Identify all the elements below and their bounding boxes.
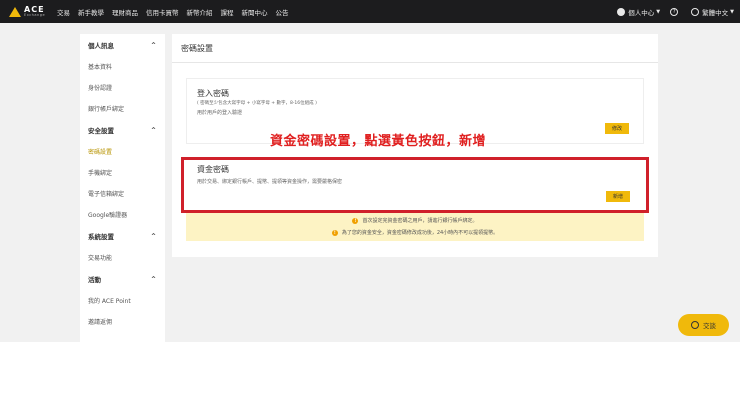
nav-item-new-coins[interactable]: 新幣介紹	[187, 7, 213, 17]
sidebar-section-title: 安全設置	[88, 127, 114, 135]
ace-logo[interactable]: ACE Exchange	[9, 0, 55, 23]
login-password-title: 登入密碼	[197, 89, 229, 98]
chevron-down-icon: ▼	[656, 8, 661, 15]
main-nav: 交易 新手教學 理財商品 信用卡買幣 新幣介紹 課程 新聞中心 公告	[57, 7, 297, 17]
warning-icon: !	[352, 217, 359, 224]
sidebar-item-google-auth[interactable]: Google驗證器	[80, 204, 165, 225]
account-label: 個人中心	[628, 8, 655, 17]
globe-icon	[691, 7, 700, 16]
language-menu[interactable]: 繁體中文 ▼	[691, 7, 734, 17]
logo-triangle-icon	[9, 6, 21, 17]
notice-row: ! 為了您的資金安全，資金密碼修改成功後，24小時內不可以提領提幣。	[186, 229, 644, 236]
user-icon	[617, 7, 626, 16]
screenshot-stage: ACE Exchange 交易 新手教學 理財商品 信用卡買幣 新幣介紹 課程 …	[0, 0, 740, 416]
sidebar-item-basic-info[interactable]: 基本資料	[80, 56, 165, 77]
nav-item-courses[interactable]: 課程	[221, 7, 234, 17]
top-navbar: ACE Exchange 交易 新手教學 理財商品 信用卡買幣 新幣介紹 課程 …	[0, 0, 740, 23]
sidebar-section-system[interactable]: 系統設置 ^	[80, 225, 165, 247]
add-fund-password-button[interactable]: 新增	[606, 191, 630, 202]
fund-password-description: 用於交易、綁定銀行帳戶、提幣、提領等資金操作，需要嚴格保密	[197, 179, 343, 185]
chat-label: 交談	[703, 322, 716, 330]
help-icon: ?	[670, 7, 679, 16]
notice-row: ! 首次設定完資金密碼之用戶，請進行銀行帳戶綁定。	[186, 217, 644, 224]
nav-item-tutorial[interactable]: 新手教學	[78, 7, 104, 17]
sidebar-item-phone-binding[interactable]: 手機綁定	[80, 162, 165, 183]
sidebar-item-email-binding[interactable]: 電子信箱綁定	[80, 183, 165, 204]
fund-password-card: 資金密碼 用於交易、綁定銀行帳戶、提幣、提領等資金操作，需要嚴格保密 新增	[181, 157, 649, 213]
warning-icon: !	[331, 229, 338, 236]
sidebar-item-password-settings[interactable]: 密碼設置	[80, 141, 165, 162]
language-label: 繁體中文	[702, 8, 729, 17]
chevron-up-icon: ^	[150, 232, 156, 240]
chat-button[interactable]: 交談	[678, 314, 729, 336]
chat-bubble-icon	[691, 321, 699, 329]
sidebar: 個人訊息 ^ 基本資料 身份認證 銀行帳戶綁定 安全設置 ^ 密碼設置 手機綁定…	[80, 34, 165, 342]
notice-box: ! 首次設定完資金密碼之用戶，請進行銀行帳戶綁定。 ! 為了您的資金安全，資金密…	[186, 213, 644, 241]
sidebar-section-title: 活動	[88, 276, 101, 284]
logo-subtitle: Exchange	[24, 12, 46, 17]
annotation-text: 資金密碼設置，點選黃色按鈕，新增	[270, 134, 487, 149]
page-title: 密碼設置	[181, 44, 213, 53]
title-divider	[172, 62, 658, 63]
nav-item-announcements[interactable]: 公告	[276, 7, 289, 17]
sidebar-item-referral[interactable]: 邀請返佣	[80, 311, 165, 332]
sidebar-section-activity[interactable]: 活動 ^	[80, 268, 165, 290]
sidebar-section-title: 系統設置	[88, 233, 114, 241]
notice-text: 首次設定完資金密碼之用戶，請進行銀行帳戶綁定。	[362, 218, 478, 224]
app-window: ACE Exchange 交易 新手教學 理財商品 信用卡買幣 新幣介紹 課程 …	[0, 0, 740, 342]
sidebar-item-bank-account[interactable]: 銀行帳戶綁定	[80, 98, 165, 119]
chevron-up-icon: ^	[150, 126, 156, 134]
sidebar-item-trade-features[interactable]: 交易功能	[80, 247, 165, 268]
notice-text: 為了您的資金安全，資金密碼修改成功後，24小時內不可以提領提幣。	[341, 230, 499, 236]
nav-item-card-buy[interactable]: 信用卡買幣	[146, 7, 179, 17]
sidebar-item-ace-point[interactable]: 我的 ACE Point	[80, 290, 165, 311]
sidebar-item-identity[interactable]: 身份認證	[80, 77, 165, 98]
nav-item-trade[interactable]: 交易	[57, 7, 70, 17]
nav-right: 個人中心 ▼ ? 繁體中文 ▼	[607, 0, 734, 23]
chevron-up-icon: ^	[150, 41, 156, 49]
sidebar-section-personal[interactable]: 個人訊息 ^	[80, 34, 165, 56]
modify-login-password-button[interactable]: 修改	[605, 123, 629, 134]
account-menu[interactable]: 個人中心 ▼	[617, 7, 660, 17]
login-password-requirements: ( 密碼至少包含大寫字母 + 小寫字母 + 數字，8-16位組成 )	[197, 101, 317, 106]
sidebar-section-title: 個人訊息	[88, 42, 114, 50]
logo-text: ACE Exchange	[24, 5, 46, 18]
fund-password-title: 資金密碼	[197, 165, 229, 174]
help-button[interactable]: ?	[670, 7, 681, 16]
chevron-up-icon: ^	[150, 275, 156, 283]
sidebar-section-security[interactable]: 安全設置 ^	[80, 119, 165, 141]
login-password-description: 用於用戶的登入驗證	[197, 110, 243, 116]
nav-item-news[interactable]: 新聞中心	[242, 7, 268, 17]
chevron-down-icon: ▼	[730, 8, 734, 15]
nav-item-wealth[interactable]: 理財商品	[112, 7, 138, 17]
